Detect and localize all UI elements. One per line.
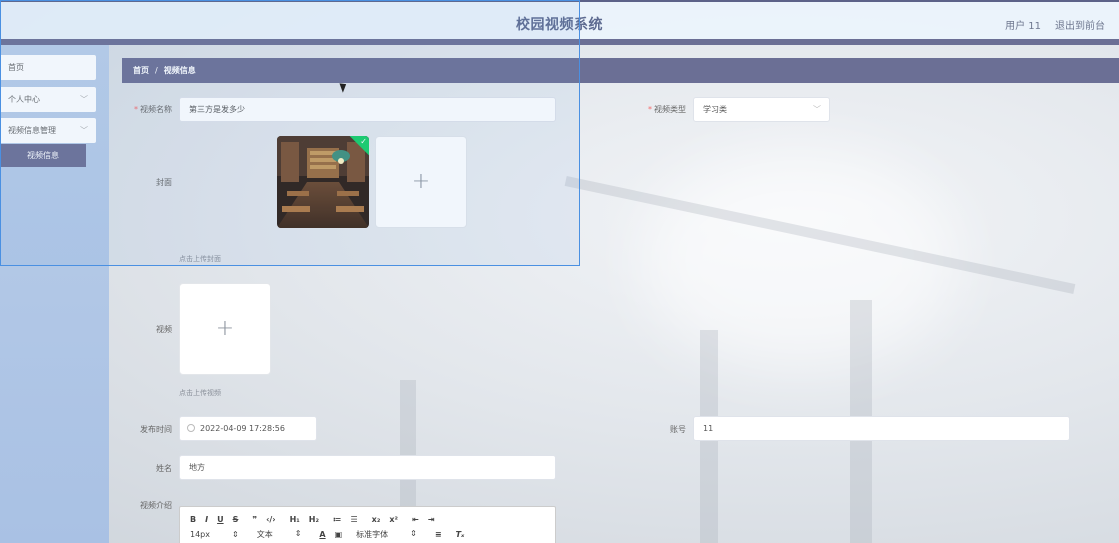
editor-toolbar-row-2: 14px ⇕ 文本 ⇕ A ▣ 标准字体 ⇕ ≡ Tₓ bbox=[190, 529, 473, 540]
video-type-label: * 视频类型 bbox=[648, 105, 686, 114]
user-label[interactable]: 用户 11 bbox=[1005, 17, 1041, 32]
intro-label: 视频介绍 bbox=[140, 501, 172, 510]
rich-text-editor[interactable]: B I U S ❞ ‹/› H₁ H₂ ≔ ☰ x₂ x² ⇤ ⇥ 14px ⇕ … bbox=[179, 506, 556, 543]
clear-format-icon[interactable]: Tₓ bbox=[456, 530, 465, 539]
font-family-select[interactable]: 标准字体 ⇕ bbox=[356, 529, 417, 540]
bold-button[interactable]: B bbox=[190, 515, 196, 524]
code-icon[interactable]: ‹/› bbox=[266, 515, 276, 524]
chevron-down-icon: ﹀ bbox=[813, 105, 821, 114]
heading-select[interactable]: 文本 ⇕ bbox=[257, 529, 302, 540]
select-arrow-icon: ⇕ bbox=[294, 529, 302, 538]
editor-toolbar-row-1: B I U S ❞ ‹/› H₁ H₂ ≔ ☰ x₂ x² ⇤ ⇥ bbox=[190, 515, 443, 524]
font-size-select[interactable]: 14px ⇕ bbox=[190, 530, 239, 539]
plus-icon: + bbox=[215, 316, 235, 341]
outdent-icon[interactable]: ⇤ bbox=[412, 515, 419, 524]
video-type-value: 学习类 bbox=[703, 105, 727, 114]
clock-icon bbox=[187, 424, 195, 432]
align-icon[interactable]: ≡ bbox=[435, 530, 442, 539]
superscript-button[interactable]: x² bbox=[389, 515, 398, 524]
heading-2-button[interactable]: H₂ bbox=[309, 515, 319, 524]
select-arrow-icon: ⇕ bbox=[410, 529, 417, 538]
video-upload-hint: 点击上传视频 bbox=[179, 389, 221, 397]
heading-1-button[interactable]: H₁ bbox=[290, 515, 300, 524]
quote-icon[interactable]: ❞ bbox=[252, 515, 257, 524]
font-color-icon[interactable]: A bbox=[319, 530, 325, 539]
account-label: 账号 bbox=[670, 425, 686, 434]
background-color-icon[interactable]: ▣ bbox=[335, 530, 343, 539]
video-type-select[interactable]: 学习类 ﹀ bbox=[693, 97, 830, 122]
publish-time-picker[interactable]: 2022-04-09 17:28:56 bbox=[179, 416, 317, 441]
publish-time-label: 发布时间 bbox=[140, 425, 172, 434]
strike-button[interactable]: S bbox=[233, 515, 239, 524]
select-arrow-icon: ⇕ bbox=[232, 530, 239, 539]
indent-icon[interactable]: ⇥ bbox=[428, 515, 435, 524]
video-upload-button[interactable]: + bbox=[179, 283, 271, 375]
name-input[interactable]: 地方 bbox=[179, 455, 556, 480]
italic-button[interactable]: I bbox=[205, 515, 208, 524]
subscript-button[interactable]: x₂ bbox=[372, 515, 381, 524]
publish-time-value: 2022-04-09 17:28:56 bbox=[200, 424, 285, 433]
video-label: 视频 bbox=[156, 325, 172, 334]
bullet-list-icon[interactable]: ☰ bbox=[350, 515, 357, 524]
underline-button[interactable]: U bbox=[217, 515, 224, 524]
drag-selection-rectangle bbox=[0, 0, 580, 266]
top-right-actions: 用户 11 退出到前台 bbox=[1005, 17, 1105, 32]
account-input[interactable]: 11 bbox=[693, 416, 1070, 441]
ordered-list-icon[interactable]: ≔ bbox=[333, 515, 342, 524]
exit-to-frontend-link[interactable]: 退出到前台 bbox=[1055, 17, 1105, 32]
name-label: 姓名 bbox=[156, 464, 172, 473]
